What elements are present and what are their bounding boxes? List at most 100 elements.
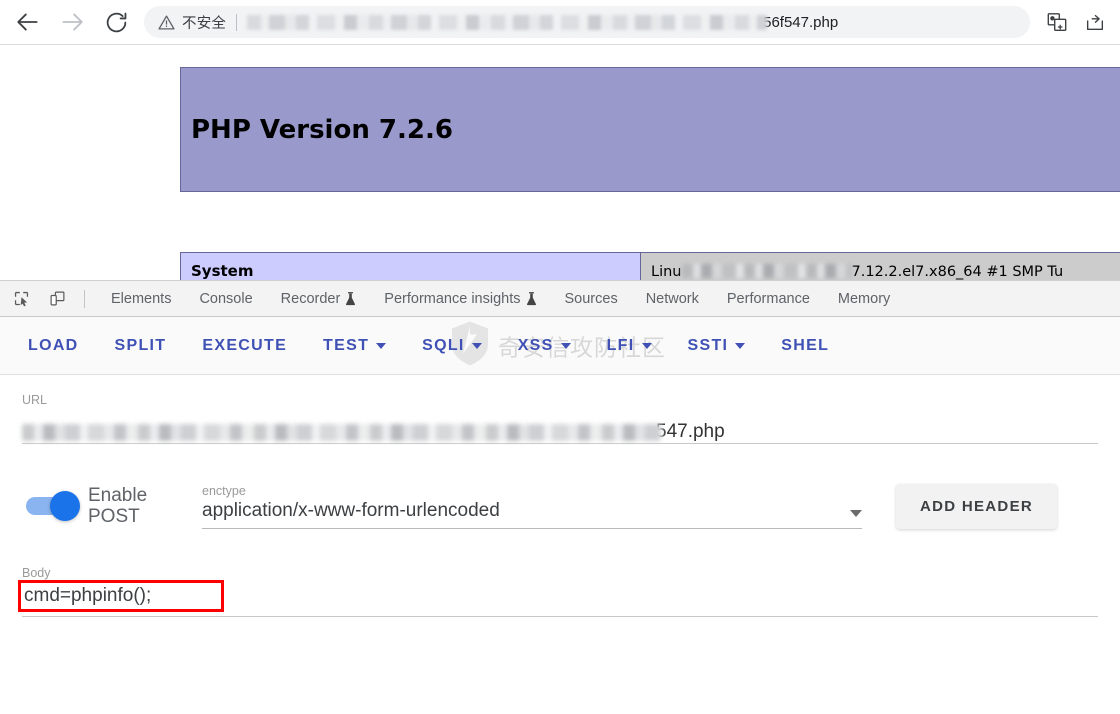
arrow-right-icon — [59, 9, 85, 35]
tab-memory[interactable]: Memory — [824, 281, 904, 316]
enable-post-label: Enable POST — [88, 485, 147, 528]
toggle-knob — [50, 491, 80, 521]
button-label: SPLIT — [114, 336, 167, 354]
url-field-label: URL — [22, 393, 48, 407]
system-value-prefix: Linu — [651, 263, 682, 280]
tab-performance[interactable]: Performance — [713, 281, 824, 316]
body-field-value: cmd=phpinfo(); — [24, 585, 152, 606]
phpinfo-table: System Linu7.12.2.el7.x86_64 #1 SMP Tu B… — [180, 252, 1120, 280]
url-field-underline — [22, 443, 1098, 444]
tab-network[interactable]: Network — [632, 281, 713, 316]
reload-button[interactable] — [94, 2, 138, 42]
forward-button[interactable] — [50, 2, 94, 42]
arrow-left-icon — [15, 9, 41, 35]
xss-menu-button[interactable]: XSS — [518, 337, 593, 355]
experiment-flask-icon — [345, 291, 356, 306]
hackbar-form: URL 547.php Enable POST enctype applicat… — [0, 375, 1120, 617]
tab-label: Performance — [726, 290, 810, 307]
redacted-url-value — [22, 424, 662, 441]
tab-label: Console — [199, 290, 253, 307]
page-content: PHP Version 7.2.6 System Linu 7.12.2.el7.… — [0, 45, 1120, 280]
tab-label: Elements — [111, 290, 172, 307]
php-version-heading: PHP Version 7.2.6 — [191, 114, 453, 145]
enctype-select[interactable]: application/x-www-form-urlencoded — [202, 500, 862, 529]
security-status-label: 不安全 — [182, 15, 227, 32]
load-button[interactable]: LOAD — [28, 337, 79, 355]
table-cell-value: Linu 7.12.2.el7.x86_64 #1 SMP Tu — [640, 252, 1120, 280]
body-field-label: Body — [22, 566, 51, 580]
tab-label: Memory — [837, 290, 891, 307]
redacted-url-segment — [247, 14, 768, 30]
button-label: SHEL — [781, 336, 830, 354]
address-bar[interactable]: 不安全 56f547.php — [144, 6, 1030, 38]
redacted-value — [681, 264, 852, 278]
tab-label: Recorder — [280, 290, 341, 307]
enable-post-toggle-group[interactable]: Enable POST — [22, 485, 202, 528]
tab-label: Network — [645, 290, 699, 307]
phpinfo-header-block: PHP Version 7.2.6 — [180, 67, 1120, 192]
url-visible-tail: 56f547.php — [763, 13, 839, 31]
reload-icon — [104, 10, 129, 35]
test-menu-button[interactable]: TEST — [323, 337, 408, 355]
split-button[interactable]: SPLIT — [115, 337, 167, 355]
lfi-menu-button[interactable]: LFI — [607, 337, 674, 355]
devtools-tabbar: Elements Console Recorder Performance in… — [0, 281, 1120, 317]
tab-console[interactable]: Console — [185, 281, 266, 316]
device-toolbar-icon[interactable] — [42, 284, 72, 314]
add-header-button[interactable]: ADD HEADER — [896, 483, 1058, 529]
button-label: EXECUTE — [202, 336, 288, 354]
button-label: XSS — [517, 336, 554, 354]
table-row: System Linu 7.12.2.el7.x86_64 #1 SMP Tu — [180, 252, 1120, 280]
enctype-field[interactable]: enctype application/x-www-form-urlencode… — [202, 484, 862, 529]
experiment-flask-icon — [526, 291, 537, 306]
ssti-menu-button[interactable]: SSTI — [688, 337, 768, 355]
enctype-field-label: enctype — [202, 483, 246, 498]
post-settings-row: Enable POST enctype application/x-www-fo… — [22, 472, 1098, 540]
url-visible-tail: 547.php — [656, 421, 725, 442]
translate-icon[interactable] — [1040, 5, 1074, 39]
body-value-wrapper[interactable]: cmd=phpinfo(); — [18, 580, 224, 612]
system-value-suffix: 7.12.2.el7.x86_64 #1 SMP Tu — [851, 263, 1064, 280]
button-label: SSTI — [687, 336, 729, 354]
share-icon[interactable] — [1078, 5, 1112, 39]
tab-sources[interactable]: Sources — [551, 281, 632, 316]
inspect-element-icon[interactable] — [6, 284, 36, 314]
chevron-down-icon — [850, 509, 862, 517]
chevron-down-icon — [641, 342, 652, 349]
enctype-selected-value: application/x-www-form-urlencoded — [202, 499, 500, 521]
address-bar-url[interactable]: 56f547.php — [247, 11, 1016, 33]
url-field-value[interactable]: 547.php — [22, 409, 1098, 443]
tab-label: Performance insights — [384, 290, 521, 307]
table-cell-key: System — [180, 252, 641, 280]
url-field[interactable]: URL 547.php — [22, 393, 1098, 444]
tab-recorder[interactable]: Recorder — [267, 281, 371, 316]
chevron-down-icon — [735, 342, 746, 349]
enable-post-toggle[interactable] — [26, 491, 80, 521]
app-root: 不安全 56f547.php PHP Version 7.2.6 System … — [0, 0, 1120, 714]
button-label: SQLI — [422, 336, 465, 354]
tab-elements[interactable]: Elements — [97, 281, 185, 316]
back-button[interactable] — [6, 2, 50, 42]
hackbar-toolbar: 奇安信攻防社区 LOAD SPLIT EXECUTE TEST SQLI XSS — [0, 317, 1120, 375]
sqli-menu-button[interactable]: SQLI — [422, 337, 504, 355]
omnibox-divider — [236, 13, 238, 31]
shell-menu-button[interactable]: SHEL — [781, 337, 829, 355]
button-label: LFI — [606, 336, 635, 354]
php-version-banner: PHP Version 7.2.6 — [180, 67, 1120, 192]
devtools-panel: Elements Console Recorder Performance in… — [0, 280, 1120, 714]
chevron-down-icon — [560, 342, 571, 349]
button-label: TEST — [323, 336, 370, 354]
body-field-underline — [22, 616, 1098, 617]
tab-label: Sources — [564, 290, 618, 307]
execute-button[interactable]: EXECUTE — [202, 337, 287, 355]
enable-post-label-line1: Enable — [88, 484, 148, 506]
tab-performance-insights[interactable]: Performance insights — [370, 281, 550, 316]
body-field[interactable]: Body cmd=phpinfo(); — [18, 566, 1098, 617]
browser-nav-buttons — [0, 2, 138, 42]
button-label: LOAD — [28, 336, 79, 354]
browser-action-icons — [1040, 5, 1120, 39]
not-secure-warning-icon — [158, 14, 175, 31]
chevron-down-icon — [376, 342, 387, 349]
browser-toolbar: 不安全 56f547.php — [0, 0, 1120, 44]
chevron-down-icon — [471, 342, 482, 349]
